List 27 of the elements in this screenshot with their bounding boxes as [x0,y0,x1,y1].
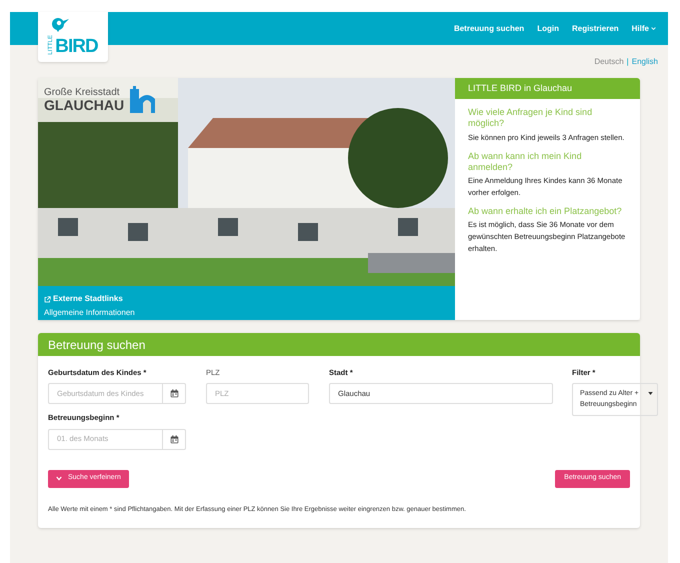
language-link[interactable]: Deutsch [594,56,624,68]
tower-bridge-icon [127,85,158,115]
faq-question: Ab wann kann ich mein Kind anmelden? [468,150,583,173]
calendar-button[interactable] [163,428,186,450]
dropdown-caret-icon [648,392,653,396]
faq-question: Ab wann erhalte ich ein Platzangebot? [468,206,623,218]
city-badge-title: GLAUCHAU [44,98,124,112]
nav-link[interactable]: Login [537,22,559,34]
chevron-down-icon [56,476,62,481]
bird-icon [50,16,70,32]
card-title: Betreuung suchen [48,336,146,354]
nav-link[interactable]: Hilfe [632,22,656,34]
logo-text: BIRD [55,37,98,56]
link[interactable]: Externe Stadtlinks [44,293,449,305]
panel-title: LITTLE BIRD in Glauchau [468,82,572,95]
separator: | [626,56,629,68]
calendar-icon [170,389,178,398]
calendar-button[interactable] [163,383,186,404]
calendar-icon [170,434,178,444]
chevron-down-icon [651,26,656,31]
external-link-icon [44,296,51,302]
city-badge-subtitle: Große Kreisstadt [44,88,121,98]
faq-question: Wie viele Anfragen je Kind sind möglich? [468,107,594,130]
nav-link[interactable]: Registrieren [572,22,619,34]
nav-link[interactable]: Betreuung suchen [454,22,524,34]
link[interactable]: Allgemeine Informationen [44,307,449,319]
language-link[interactable]: English [632,56,658,68]
